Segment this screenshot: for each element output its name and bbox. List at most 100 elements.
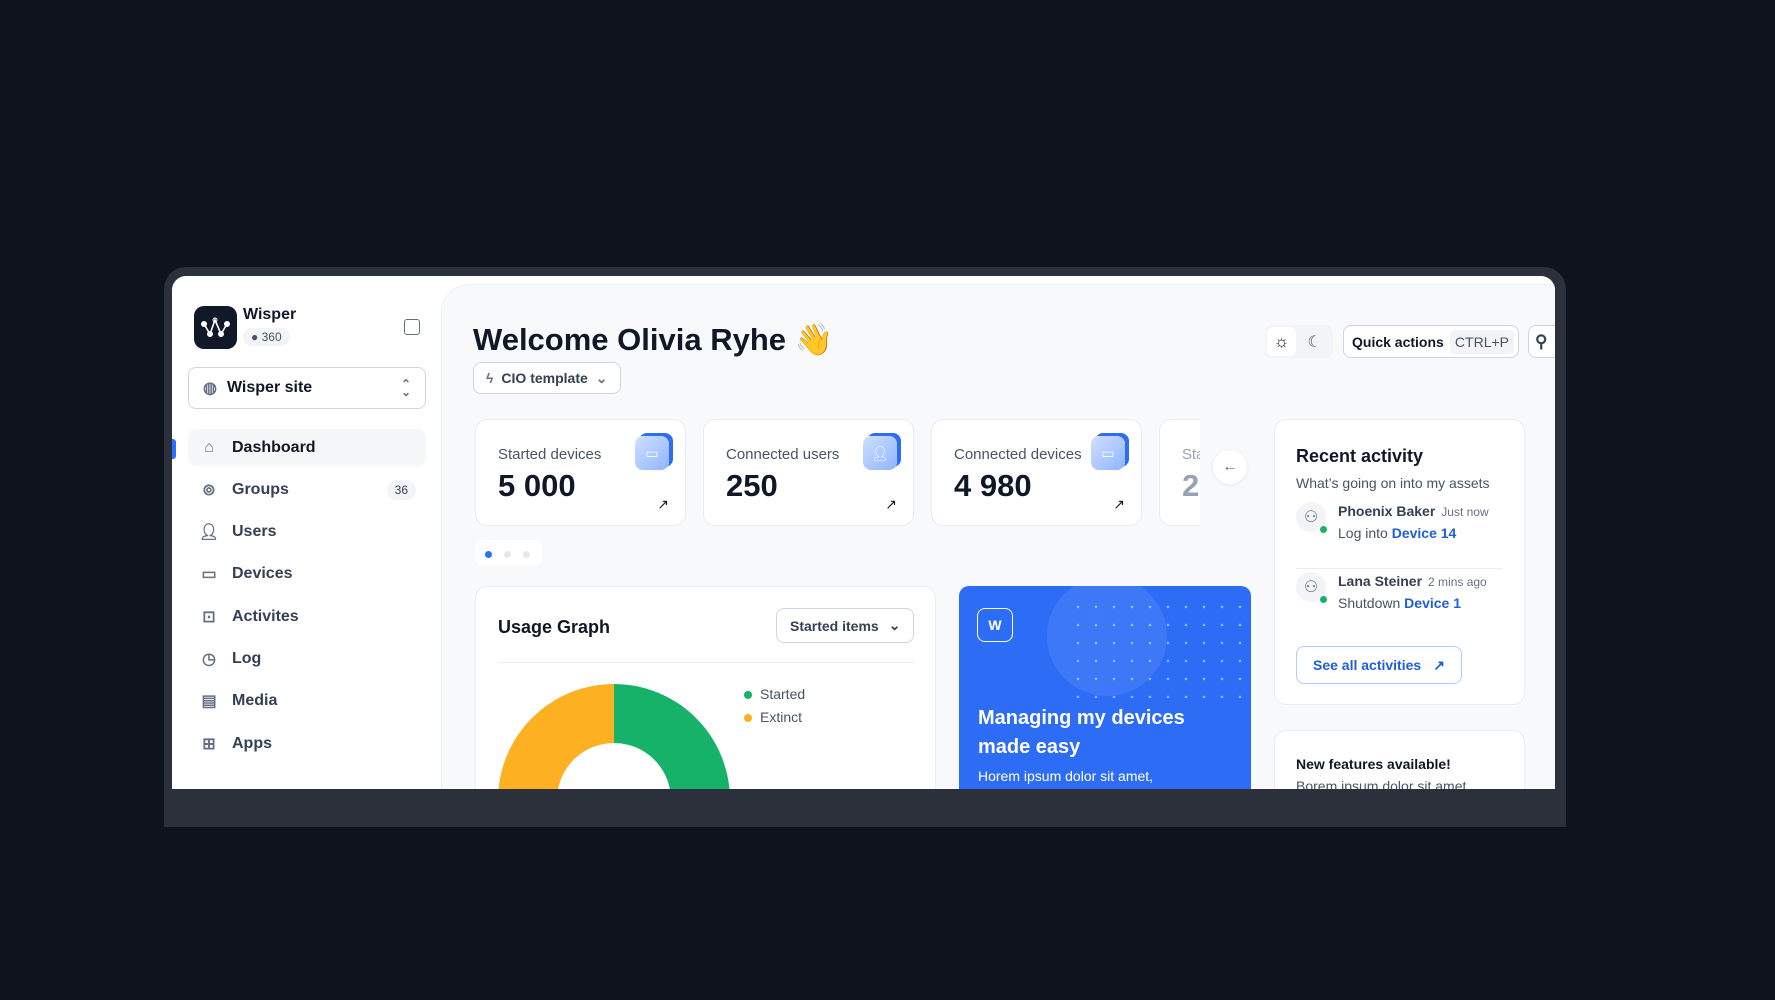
groups-icon: ⊚: [202, 481, 216, 499]
carousel-dot-2[interactable]: [504, 551, 511, 558]
quick-actions-button[interactable]: Quick actions CTRL+P: [1343, 325, 1519, 358]
welcome-text: Welcome Olivia Ryhe: [473, 322, 786, 357]
stat-card[interactable]: Connected devices 4 980 ▭ ↗: [931, 419, 1142, 526]
app-name: Wisper: [243, 306, 297, 323]
chevron-up-down-icon: ⌃ ⌄: [400, 377, 411, 399]
users-icon: 👤︎: [198, 524, 220, 542]
user-icon: ⚇: [1303, 579, 1319, 596]
activity-time: Just now: [1441, 505, 1489, 519]
lightning-icon: ϟ: [486, 370, 494, 386]
app-count-badge: ● 360: [243, 328, 290, 346]
legend-dot: [744, 714, 752, 722]
home-icon: ⌂: [204, 438, 214, 456]
promo-logo-icon: W: [977, 608, 1013, 642]
app-logo: [194, 306, 237, 349]
new-features-title: New features available!: [1296, 756, 1451, 772]
usage-graph-title: Usage Graph: [498, 617, 611, 637]
recent-activity-subtitle: What’s going on into my assets: [1296, 475, 1490, 491]
sidebar-item-devices[interactable]: ▭ Devices: [188, 556, 426, 593]
globe-icon: ◍: [203, 380, 217, 397]
donut-slice-started: [614, 684, 730, 789]
recent-activity-title: Recent activity: [1296, 446, 1424, 466]
arrow-up-right-icon[interactable]: ↗: [1113, 496, 1125, 513]
new-features-card: New features available! Borem ipsum dolo…: [1274, 730, 1525, 789]
online-status-dot: [1319, 525, 1328, 534]
usage-filter-label: Started items: [790, 617, 879, 634]
site-selector-value: Wisper site: [226, 379, 313, 396]
legend-item: Started: [744, 683, 805, 706]
stat-value: 2: [1182, 468, 1200, 503]
legend-item: Extinct: [744, 706, 805, 729]
arrow-up-right-icon[interactable]: ↗: [657, 496, 669, 513]
chevron-down-icon: ⌄: [888, 617, 901, 633]
avatar: ⚇: [1296, 502, 1328, 534]
divider: [1296, 568, 1502, 569]
template-dropdown[interactable]: ϟ CIO template ⌄: [473, 362, 621, 394]
activity-item: ⚇ Lana Steiner 2 mins ago Shutdown Device…: [1296, 572, 1506, 616]
carousel-dot-3[interactable]: [523, 551, 530, 558]
apps-grid-icon: ⊞: [202, 735, 216, 753]
promo-body: Horem ipsum dolor sit amet,: [978, 768, 1154, 784]
sidebar-item-apps[interactable]: ⊞ Apps: [188, 725, 426, 762]
donut-chart: [498, 684, 730, 789]
sidebar-item-label: Apps: [232, 734, 272, 752]
sidebar-item-groups[interactable]: ⊚ Groups 36: [188, 471, 426, 508]
stat-value: 5 000: [498, 468, 576, 503]
promo-title: Managing my devices made easy: [978, 707, 1185, 758]
sun-icon[interactable]: ☼: [1267, 327, 1296, 356]
stat-label: Started devices: [498, 446, 602, 463]
clock-icon: ◷: [202, 651, 216, 668]
users-icon: 👤︎: [863, 436, 897, 470]
theme-toggle[interactable]: ☼ ☾: [1265, 325, 1333, 358]
stat-card[interactable]: Connected users 250 👤︎ ↗: [703, 419, 914, 526]
activity-time: 2 mins ago: [1428, 575, 1487, 589]
chevron-down-icon: ⌄: [595, 369, 608, 386]
template-label: CIO template: [501, 370, 588, 386]
search-button[interactable]: ⚲ /: [1528, 325, 1555, 358]
see-all-label: See all activities: [1313, 657, 1422, 673]
page-title: Welcome Olivia Ryhe 👋: [473, 321, 833, 358]
stat-value: 250: [726, 468, 778, 503]
avatar: ⚇: [1296, 572, 1328, 604]
sidebar-item-label: Devices: [232, 565, 293, 583]
carousel-dots: [475, 540, 542, 566]
legend-label: Started: [760, 686, 806, 702]
stat-card[interactable]: Started devices 5 000 ▭ ↗: [475, 419, 686, 526]
stat-label: Connected devices: [954, 446, 1082, 463]
search-icon: ⚲: [1535, 331, 1548, 351]
sidebar-item-label: Dashboard: [232, 438, 316, 456]
activity-action: Log into: [1338, 525, 1388, 541]
moon-icon[interactable]: ☾: [1300, 327, 1329, 356]
monitor-icon: ▭: [201, 566, 217, 584]
activity-user: Phoenix Baker: [1338, 503, 1436, 519]
stat-label: Connected users: [726, 446, 840, 463]
wave-emoji: 👋: [794, 322, 834, 357]
activity-item: ⚇ Phoenix Baker Just now Log into Device …: [1296, 502, 1506, 546]
sidebar-item-dashboard[interactable]: ⌂ Dashboard: [188, 429, 426, 466]
sidebar-toggle-icon[interactable]: [404, 319, 420, 335]
carousel-prev-button[interactable]: ←: [1213, 450, 1247, 484]
activity-target-link[interactable]: Device 1: [1404, 595, 1461, 611]
stat-card[interactable]: Sta 2: [1159, 419, 1200, 526]
sidebar-item-label: Users: [232, 523, 277, 541]
active-indicator: [172, 439, 176, 459]
online-status-dot: [1319, 595, 1328, 604]
chart-legend: Started Extinct: [744, 683, 805, 729]
sidebar-item-users[interactable]: 👤︎ Users: [188, 514, 426, 551]
usage-filter-dropdown[interactable]: Started items ⌄: [776, 608, 915, 643]
main-content: Welcome Olivia Ryhe 👋 ϟ CIO template ⌄ ☼…: [441, 284, 1555, 789]
activity-target-link[interactable]: Device 14: [1392, 525, 1457, 541]
see-all-activities-button[interactable]: See all activities ↗: [1296, 646, 1462, 684]
media-icon: ▤: [201, 693, 217, 711]
sidebar-item-log[interactable]: ◷ Log: [188, 641, 426, 678]
activities-icon: ⊡: [202, 608, 216, 626]
arrow-up-right-icon[interactable]: ↗: [885, 496, 897, 513]
sidebar-item-activites[interactable]: ⊡ Activites: [188, 598, 426, 635]
stat-label: Sta: [1182, 446, 1200, 463]
divider: [498, 662, 914, 663]
site-selector[interactable]: ◍ Wisper site ⌃ ⌄: [188, 367, 426, 409]
sidebar-item-media[interactable]: ▤ Media: [188, 683, 426, 720]
promo-card: W Managing my devices made easy Horem ip…: [959, 586, 1251, 789]
activity-user: Lana Steiner: [1338, 573, 1423, 589]
carousel-dot-1[interactable]: [485, 551, 492, 558]
